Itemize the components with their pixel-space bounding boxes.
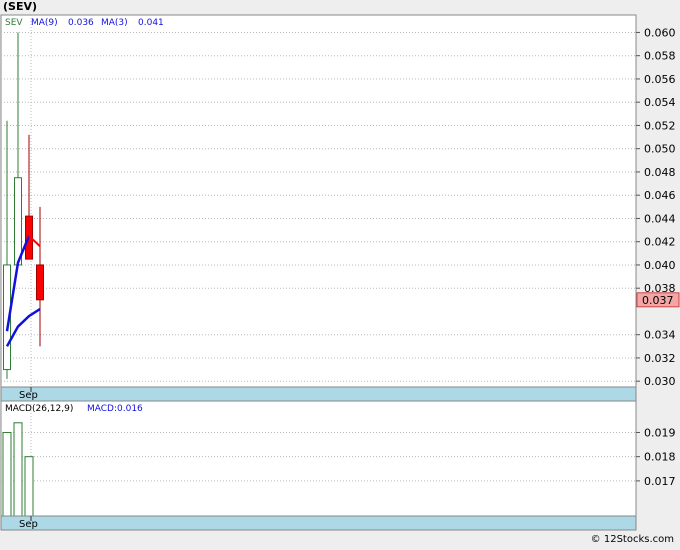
macd-y-tick-label: 0.019	[644, 426, 676, 439]
macd-x-axis-band	[0, 515, 637, 531]
price-y-tick-label: 0.056	[644, 73, 676, 86]
legend-ma9-label: MA(9)	[31, 18, 58, 28]
macd-bar	[24, 456, 34, 517]
last-price-label: 0.037	[642, 294, 674, 307]
price-y-tick-label: 0.054	[644, 96, 676, 109]
chart-svg: 0.060 0.058 0.056 0.054 0.052 0.050 0.048 0.046…	[0, 14, 680, 531]
macd-panel-bg	[0, 400, 637, 517]
candle-body	[14, 177, 22, 266]
price-y-tick-label: 0.030	[644, 375, 676, 388]
legend-ma9-value: 0.036	[68, 18, 94, 28]
price-y-tick-label: 0.050	[644, 143, 676, 156]
candle-body	[36, 264, 44, 301]
macd-y-tick-label: 0.018	[644, 451, 676, 464]
price-y-tick-label: 0.060	[644, 26, 676, 39]
price-y-tick-label: 0.034	[644, 329, 676, 342]
stock-chart: 0.060 0.058 0.056 0.054 0.052 0.050 0.048 0.046…	[0, 0, 680, 546]
legend-macd: MACD(26,12,9)	[5, 404, 73, 414]
legend-ticker: SEV	[5, 18, 23, 28]
price-y-tick-label: 0.044	[644, 212, 676, 225]
price-y-tick-label: 0.058	[644, 50, 676, 63]
legend-ma3-value: 0.041	[138, 18, 164, 28]
price-y-tick-label: 0.046	[644, 189, 676, 202]
macd-bar	[13, 422, 23, 517]
price-y-tick-label: 0.052	[644, 119, 676, 132]
price-y-tick-label: 0.048	[644, 166, 676, 179]
price-y-tick-label: 0.042	[644, 236, 676, 249]
ticker-title: (SEV)	[3, 0, 38, 13]
credit-text: © 12Stocks.com	[590, 534, 674, 545]
price-x-axis-band	[0, 386, 637, 402]
macd-y-tick-label: 0.017	[644, 475, 676, 488]
price-y-tick-label: 0.032	[644, 352, 676, 365]
price-x-tick-label: Sep	[19, 390, 38, 401]
price-y-tick-label: 0.040	[644, 259, 676, 272]
price-panel-bg	[0, 14, 637, 388]
macd-x-tick-label: Sep	[19, 519, 38, 530]
macd-bar	[2, 431, 12, 517]
legend-ma3-label: MA(3)	[101, 18, 128, 28]
legend-macd-value: MACD:0.016	[87, 404, 143, 414]
